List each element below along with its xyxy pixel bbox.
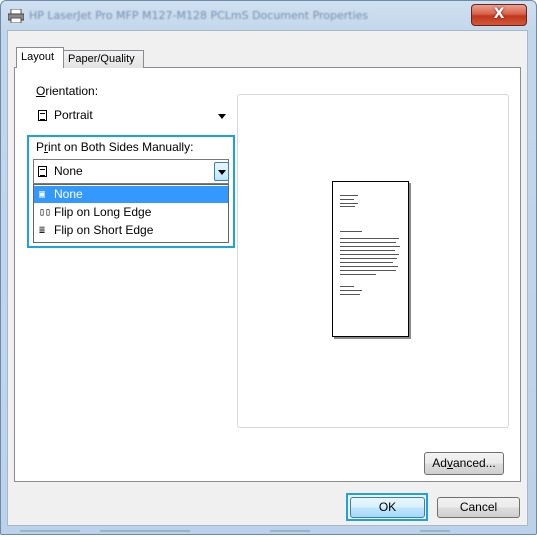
duplex-dropdown-list: ▣ None ▯▯ Flip on Long Edge ≣ Flip on Sh…: [33, 184, 229, 243]
option-label: Flip on Long Edge: [54, 205, 152, 219]
tab-layout[interactable]: Layout: [16, 47, 64, 68]
single-page-icon: ▣: [39, 189, 46, 200]
option-label: None: [54, 187, 83, 201]
duplex-select[interactable]: None: [33, 159, 229, 184]
advanced-button[interactable]: Advanced...: [424, 452, 504, 475]
close-button[interactable]: X: [471, 4, 527, 26]
calendar-short-edge-icon: ≣: [39, 225, 46, 236]
window-title: HP LaserJet Pro MFP M127-M128 PCLmS Docu…: [29, 9, 369, 22]
single-page-icon: [38, 166, 47, 177]
cancel-button[interactable]: Cancel: [437, 497, 520, 518]
orientation-select[interactable]: Portrait: [33, 104, 229, 126]
dropdown-option-flip-short-edge[interactable]: ≣ Flip on Short Edge: [34, 222, 228, 239]
duplex-value: None: [54, 164, 83, 178]
chevron-down-icon: [218, 170, 226, 175]
printer-icon: [8, 9, 24, 23]
orientation-value: Portrait: [54, 108, 93, 122]
ok-button[interactable]: OK: [350, 497, 425, 518]
title-bar[interactable]: HP LaserJet Pro MFP M127-M128 PCLmS Docu…: [1, 1, 536, 31]
chevron-down-icon[interactable]: [218, 114, 226, 119]
window-bottom-edge: [20, 530, 520, 533]
dropdown-option-flip-long-edge[interactable]: ▯▯ Flip on Long Edge: [34, 204, 228, 221]
duplex-label: Print on Both Sides Manually:: [36, 140, 194, 154]
close-icon: X: [493, 6, 505, 22]
portrait-page-icon: [38, 110, 47, 121]
option-label: Flip on Short Edge: [54, 223, 154, 237]
tab-paper-quality[interactable]: Paper/Quality: [64, 50, 144, 68]
duplex-dropdown-button[interactable]: [214, 162, 229, 181]
book-long-edge-icon: ▯▯: [39, 207, 52, 218]
orientation-label: Orientation:: [36, 84, 99, 98]
dropdown-option-none[interactable]: ▣ None: [34, 186, 228, 203]
page-preview: [332, 181, 409, 337]
